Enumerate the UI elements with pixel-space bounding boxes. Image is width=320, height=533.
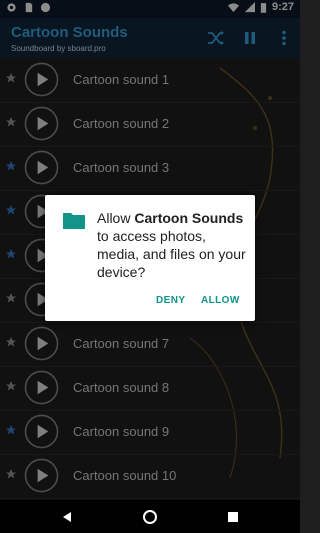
- home-icon[interactable]: [141, 508, 159, 526]
- dialog-message: Allow Cartoon Sounds to access photos, m…: [97, 209, 249, 281]
- dialog-app-name: Cartoon Sounds: [134, 210, 244, 226]
- dialog-message-suffix: to access photos, media, and files on yo…: [97, 228, 246, 280]
- allow-button[interactable]: ALLOW: [201, 295, 240, 306]
- deny-button[interactable]: DENY: [156, 295, 185, 306]
- dialog-message-prefix: Allow: [97, 210, 135, 226]
- permission-dialog: Allow Cartoon Sounds to access photos, m…: [45, 195, 255, 321]
- navigation-bar: [0, 500, 300, 533]
- back-icon[interactable]: [58, 508, 76, 526]
- folder-icon: [63, 213, 85, 229]
- recents-icon[interactable]: [224, 508, 242, 526]
